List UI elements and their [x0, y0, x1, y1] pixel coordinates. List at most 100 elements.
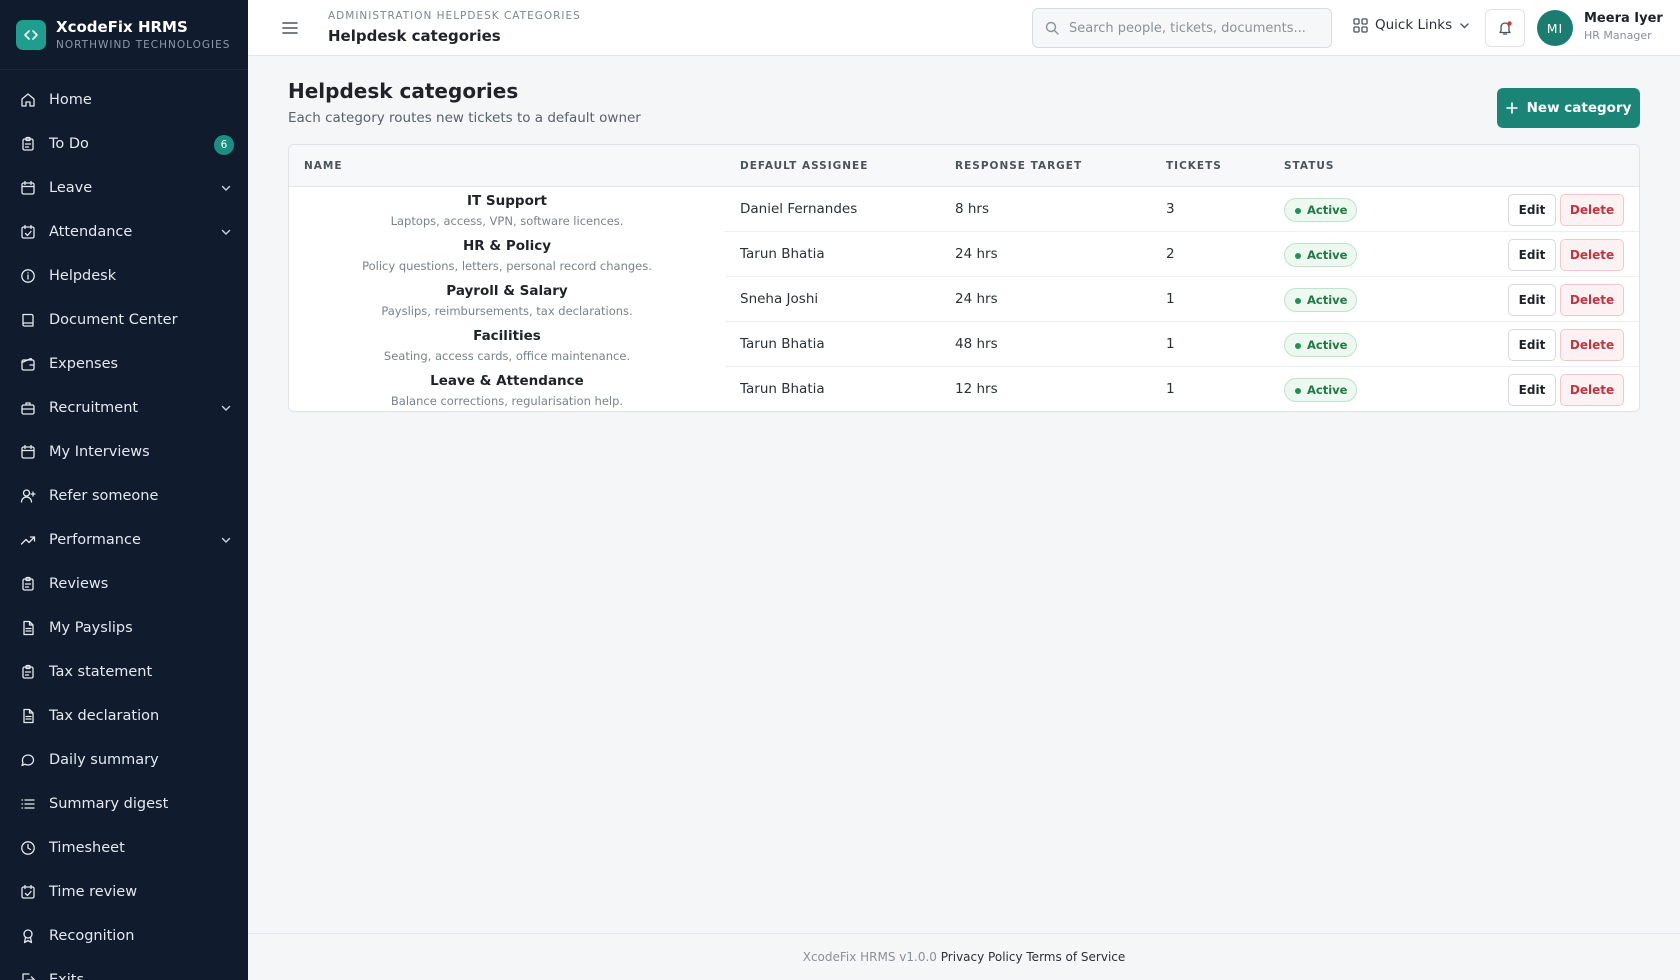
bell-icon — [1499, 21, 1512, 35]
table-header: NAME DEFAULT ASSIGNEE RESPONSE TARGET TI… — [289, 145, 1639, 187]
quick-links-dropdown[interactable]: Quick Links — [1353, 17, 1470, 33]
clipboard-icon — [22, 576, 34, 591]
status-label: Active — [1307, 383, 1348, 397]
sidebar-item-attendance[interactable]: Attendance — [0, 210, 248, 254]
search-input[interactable] — [1069, 20, 1319, 36]
sidebar-item-label: Daily summary — [49, 752, 159, 768]
calendar-icon — [21, 180, 35, 195]
ticket-count: 2 — [1166, 246, 1175, 262]
briefcase-icon — [21, 402, 35, 415]
calendar-icon — [21, 444, 35, 459]
sidebar-item-to-do[interactable]: To Do 6 — [0, 122, 248, 166]
user-plus-icon — [20, 489, 36, 503]
sidebar-item-recognition[interactable]: Recognition — [0, 914, 248, 958]
sidebar-item-refer-someone[interactable]: Refer someone — [0, 474, 248, 518]
sidebar-item-label: My Interviews — [49, 444, 150, 460]
user-name[interactable]: Meera Iyer — [1584, 11, 1663, 26]
delete-button[interactable]: Delete — [1560, 239, 1624, 271]
brand[interactable]: XcodeFix HRMS NORTHWIND TECHNOLOGIES — [0, 0, 248, 70]
response-target: 12 hrs — [955, 381, 998, 397]
calendar-check-icon — [21, 884, 35, 899]
chevron-down-icon — [221, 537, 231, 543]
file-icon — [23, 620, 34, 636]
grid-icon — [1353, 17, 1368, 33]
clipboard-icon — [22, 664, 34, 679]
new-category-button[interactable]: New category — [1497, 88, 1640, 128]
column-header-status[interactable]: STATUS — [1284, 160, 1334, 172]
chevron-down-icon — [221, 229, 231, 235]
category-name: Payroll & Salary — [446, 283, 568, 299]
sidebar-item-tax-statement[interactable]: Tax statement — [0, 650, 248, 694]
sidebar-item-my-interviews[interactable]: My Interviews — [0, 430, 248, 474]
avatar[interactable]: MI — [1537, 10, 1573, 46]
search-icon — [1045, 21, 1059, 35]
sidebar-item-label: Exits — [49, 972, 85, 980]
sidebar-item-time-review[interactable]: Time review — [0, 870, 248, 914]
book-icon — [22, 313, 34, 327]
sidebar-item-recruitment[interactable]: Recruitment — [0, 386, 248, 430]
default-assignee: Tarun Bhatia — [740, 381, 825, 397]
page-title: Helpdesk categories — [288, 79, 519, 103]
sidebar-item-leave[interactable]: Leave — [0, 166, 248, 210]
sidebar-item-daily-summary[interactable]: Daily summary — [0, 738, 248, 782]
column-header-tickets[interactable]: TICKETS — [1166, 160, 1222, 172]
status-badge: Active — [1284, 243, 1358, 267]
sidebar-item-summary-digest[interactable]: Summary digest — [0, 782, 248, 826]
edit-button[interactable]: Edit — [1508, 194, 1556, 226]
sidebar-item-label: Timesheet — [49, 840, 125, 856]
edit-button[interactable]: Edit — [1508, 239, 1556, 271]
user-role: HR Manager — [1584, 29, 1652, 42]
sidebar-item-performance[interactable]: Performance — [0, 518, 248, 562]
response-target: 24 hrs — [955, 291, 998, 307]
footer-version: XcodeFix HRMS v1.0.0 — [802, 950, 937, 964]
category-description: Balance corrections, regularisation help… — [390, 394, 624, 408]
new-category-label: New category — [1526, 100, 1632, 116]
sidebar-item-expenses[interactable]: Expenses — [0, 342, 248, 386]
notifications-button[interactable] — [1485, 9, 1525, 47]
privacy-policy-link[interactable]: Privacy Policy — [941, 950, 1023, 964]
sidebar-item-tax-declaration[interactable]: Tax declaration — [0, 694, 248, 738]
search-box[interactable] — [1032, 8, 1332, 48]
edit-button[interactable]: Edit — [1508, 329, 1556, 361]
home-icon — [21, 93, 35, 107]
brand-org: NORTHWIND TECHNOLOGIES — [56, 39, 231, 51]
column-header-assignee[interactable]: DEFAULT ASSIGNEE — [740, 160, 868, 172]
sidebar-nav: Home To Do 6 Leave Attendance Helpdesk Documen… — [0, 70, 248, 980]
file-icon — [23, 708, 34, 724]
edit-button[interactable]: Edit — [1508, 284, 1556, 316]
chevron-down-icon — [1460, 22, 1469, 28]
status-badge: Active — [1284, 333, 1358, 357]
page-subtitle: Each category routes new tickets to a de… — [288, 110, 641, 126]
wallet-icon — [21, 357, 35, 371]
terms-of-service-link[interactable]: Terms of Service — [1026, 950, 1125, 964]
edit-button[interactable]: Edit — [1508, 374, 1556, 406]
info-icon — [21, 269, 35, 283]
exit-icon — [22, 973, 36, 980]
sidebar-item-label: Expenses — [49, 356, 119, 372]
clock-icon — [21, 841, 35, 855]
sidebar-item-my-payslips[interactable]: My Payslips — [0, 606, 248, 650]
ticket-count: 1 — [1166, 336, 1175, 352]
sidebar-item-label: My Payslips — [49, 620, 133, 636]
delete-button[interactable]: Delete — [1560, 194, 1624, 226]
table-row: Facilities Seating, access cards, office … — [289, 322, 1639, 367]
delete-button[interactable]: Delete — [1560, 329, 1624, 361]
sidebar: XcodeFix HRMS NORTHWIND TECHNOLOGIES Hom… — [0, 0, 248, 980]
table-body: IT Support Laptops, access, VPN, software… — [289, 187, 1639, 411]
status-badge: Active — [1284, 198, 1358, 222]
sidebar-item-reviews[interactable]: Reviews — [0, 562, 248, 606]
column-header-response-target[interactable]: RESPONSE TARGET — [955, 160, 1082, 172]
category-name: HR & Policy — [462, 238, 552, 254]
sidebar-item-exits[interactable]: Exits — [0, 958, 248, 980]
column-header-name[interactable]: NAME — [304, 160, 343, 172]
delete-button[interactable]: Delete — [1560, 284, 1624, 316]
status-label: Active — [1307, 248, 1348, 262]
delete-button[interactable]: Delete — [1560, 374, 1624, 406]
sidebar-item-helpdesk[interactable]: Helpdesk — [0, 254, 248, 298]
sidebar-item-document-center[interactable]: Document Center — [0, 298, 248, 342]
hamburger-menu-icon[interactable] — [280, 18, 300, 38]
table-row: HR & Policy Policy questions, letters, pe… — [289, 232, 1639, 277]
sidebar-item-home[interactable]: Home — [0, 78, 248, 122]
sidebar-item-timesheet[interactable]: Timesheet — [0, 826, 248, 870]
response-target: 24 hrs — [955, 246, 998, 262]
